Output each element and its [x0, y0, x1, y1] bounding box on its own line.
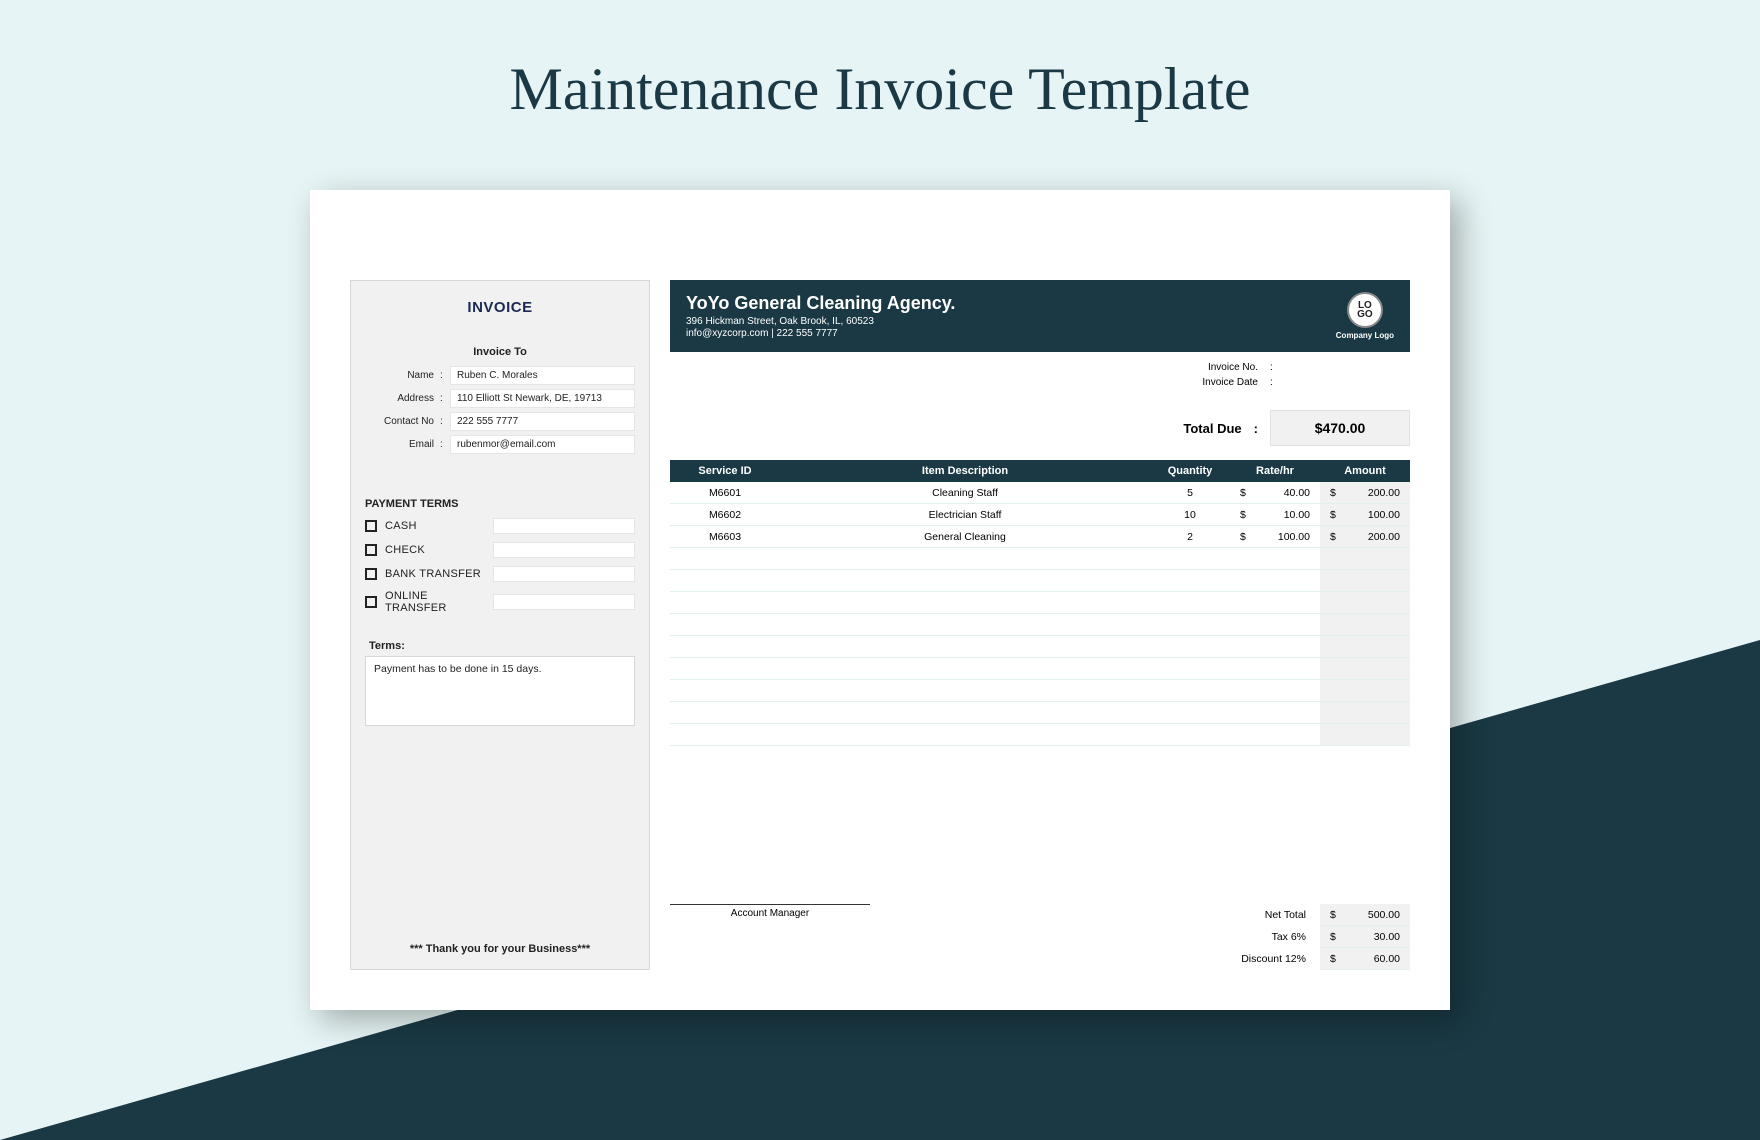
pay-option-field[interactable]	[493, 594, 635, 610]
email-field[interactable]: rubenmor@email.com	[450, 435, 635, 454]
company-logo: LO GO Company Logo	[1336, 292, 1394, 340]
net-total-value: $500.00	[1320, 904, 1410, 926]
email-label: Email	[365, 439, 440, 450]
pay-option-field[interactable]	[493, 542, 635, 558]
signature-block: Account Manager	[670, 904, 1150, 970]
discount-value: $60.00	[1320, 948, 1410, 970]
bill-to-email-row: Email : rubenmor@email.com	[365, 435, 635, 454]
company-info: YoYo General Cleaning Agency. 396 Hickma…	[686, 293, 955, 339]
logo-icon: LO GO	[1347, 292, 1383, 328]
pay-option-label: ONLINE TRANSFER	[385, 590, 485, 614]
pay-option-bank-transfer: BANK TRANSFER	[365, 566, 635, 582]
pay-option-online-transfer: ONLINE TRANSFER	[365, 590, 635, 614]
name-label: Name	[365, 370, 440, 381]
invoice-document: INVOICE Invoice To Name : Ruben C. Moral…	[310, 190, 1450, 1010]
checkbox-icon[interactable]	[365, 568, 377, 580]
invoice-to-label: Invoice To	[365, 346, 635, 358]
signature-line	[670, 904, 870, 905]
cell-rate: $40.00	[1230, 487, 1320, 499]
tax-value: $30.00	[1320, 926, 1410, 948]
net-total-label: Net Total	[1150, 909, 1320, 921]
cell-quantity: 10	[1150, 509, 1230, 521]
invoice-heading: INVOICE	[365, 299, 635, 316]
company-name: YoYo General Cleaning Agency.	[686, 293, 955, 314]
signature-label: Account Manager	[670, 908, 870, 919]
total-due-label: Total Due	[1183, 421, 1241, 436]
table-row-empty	[670, 680, 1410, 702]
checkbox-icon[interactable]	[365, 544, 377, 556]
cell-description: General Cleaning	[780, 531, 1150, 543]
totals-block: Net Total $500.00 Tax 6% $30.00 Discount…	[1150, 904, 1410, 970]
cell-amount: $200.00	[1320, 526, 1410, 547]
total-due-value: $470.00	[1270, 410, 1410, 446]
table-row-empty	[670, 724, 1410, 746]
invoice-meta: Invoice No. : Invoice Date :	[670, 362, 1410, 392]
cell-rate: $10.00	[1230, 509, 1320, 521]
table-row: M6602Electrician Staff10$10.00$100.00	[670, 504, 1410, 526]
thank-you-message: *** Thank you for your Business***	[365, 943, 635, 955]
payment-terms-heading: PAYMENT TERMS	[365, 498, 635, 510]
table-row: M6603General Cleaning2$100.00$200.00	[670, 526, 1410, 548]
pay-option-label: CHECK	[385, 544, 485, 556]
company-contact: info@xyzcorp.com | 222 555 7777	[686, 328, 955, 339]
items-header: Service ID Item Description Quantity Rat…	[670, 460, 1410, 482]
terms-label: Terms:	[365, 640, 635, 652]
left-panel: INVOICE Invoice To Name : Ruben C. Moral…	[350, 280, 650, 970]
table-row-empty	[670, 702, 1410, 724]
invoice-date-label: Invoice Date	[1178, 377, 1258, 388]
total-due-row: Total Due : $470.00	[670, 410, 1410, 446]
table-row-empty	[670, 658, 1410, 680]
checkbox-icon[interactable]	[365, 520, 377, 532]
cell-quantity: 2	[1150, 531, 1230, 543]
invoice-no-label: Invoice No.	[1178, 362, 1258, 373]
table-row-empty	[670, 592, 1410, 614]
col-rate: Rate/hr	[1230, 465, 1320, 477]
cell-description: Electrician Staff	[780, 509, 1150, 521]
page-title: Maintenance Invoice Template	[0, 0, 1760, 124]
cell-service-id: M6602	[670, 509, 780, 521]
table-row-empty	[670, 636, 1410, 658]
right-panel: YoYo General Cleaning Agency. 396 Hickma…	[670, 280, 1410, 970]
pay-option-cash: CASH	[365, 518, 635, 534]
invoice-footer: Account Manager Net Total $500.00 Tax 6%…	[670, 904, 1410, 970]
col-service-id: Service ID	[670, 465, 780, 477]
bill-to-name-row: Name : Ruben C. Morales	[365, 366, 635, 385]
table-row-empty	[670, 614, 1410, 636]
col-quantity: Quantity	[1150, 465, 1230, 477]
pay-option-field[interactable]	[493, 566, 635, 582]
company-header: YoYo General Cleaning Agency. 396 Hickma…	[670, 280, 1410, 352]
company-address: 396 Hickman Street, Oak Brook, IL, 60523	[686, 316, 955, 327]
contact-field[interactable]: 222 555 7777	[450, 412, 635, 431]
pay-option-label: CASH	[385, 520, 485, 532]
cell-rate: $100.00	[1230, 531, 1320, 543]
col-amount: Amount	[1320, 465, 1410, 477]
cell-description: Cleaning Staff	[780, 487, 1150, 499]
cell-amount: $200.00	[1320, 482, 1410, 503]
items-body: M6601Cleaning Staff5$40.00$200.00M6602El…	[670, 482, 1410, 894]
table-row-empty	[670, 548, 1410, 570]
cell-service-id: M6601	[670, 487, 780, 499]
address-label: Address	[365, 393, 440, 404]
pay-option-label: BANK TRANSFER	[385, 568, 485, 580]
name-field[interactable]: Ruben C. Morales	[450, 366, 635, 385]
pay-option-field[interactable]	[493, 518, 635, 534]
cell-amount: $100.00	[1320, 504, 1410, 525]
address-field[interactable]: 110 Elliott St Newark, DE, 19713	[450, 389, 635, 408]
discount-label: Discount 12%	[1150, 953, 1320, 965]
table-row-empty	[670, 570, 1410, 592]
cell-service-id: M6603	[670, 531, 780, 543]
logo-caption: Company Logo	[1336, 331, 1394, 340]
bill-to-contact-row: Contact No : 222 555 7777	[365, 412, 635, 431]
checkbox-icon[interactable]	[365, 596, 377, 608]
tax-label: Tax 6%	[1150, 931, 1320, 943]
terms-box[interactable]: Payment has to be done in 15 days.	[365, 656, 635, 726]
col-description: Item Description	[780, 465, 1150, 477]
pay-option-check: CHECK	[365, 542, 635, 558]
contact-label: Contact No	[365, 416, 440, 427]
bill-to-address-row: Address : 110 Elliott St Newark, DE, 197…	[365, 389, 635, 408]
table-row: M6601Cleaning Staff5$40.00$200.00	[670, 482, 1410, 504]
cell-quantity: 5	[1150, 487, 1230, 499]
